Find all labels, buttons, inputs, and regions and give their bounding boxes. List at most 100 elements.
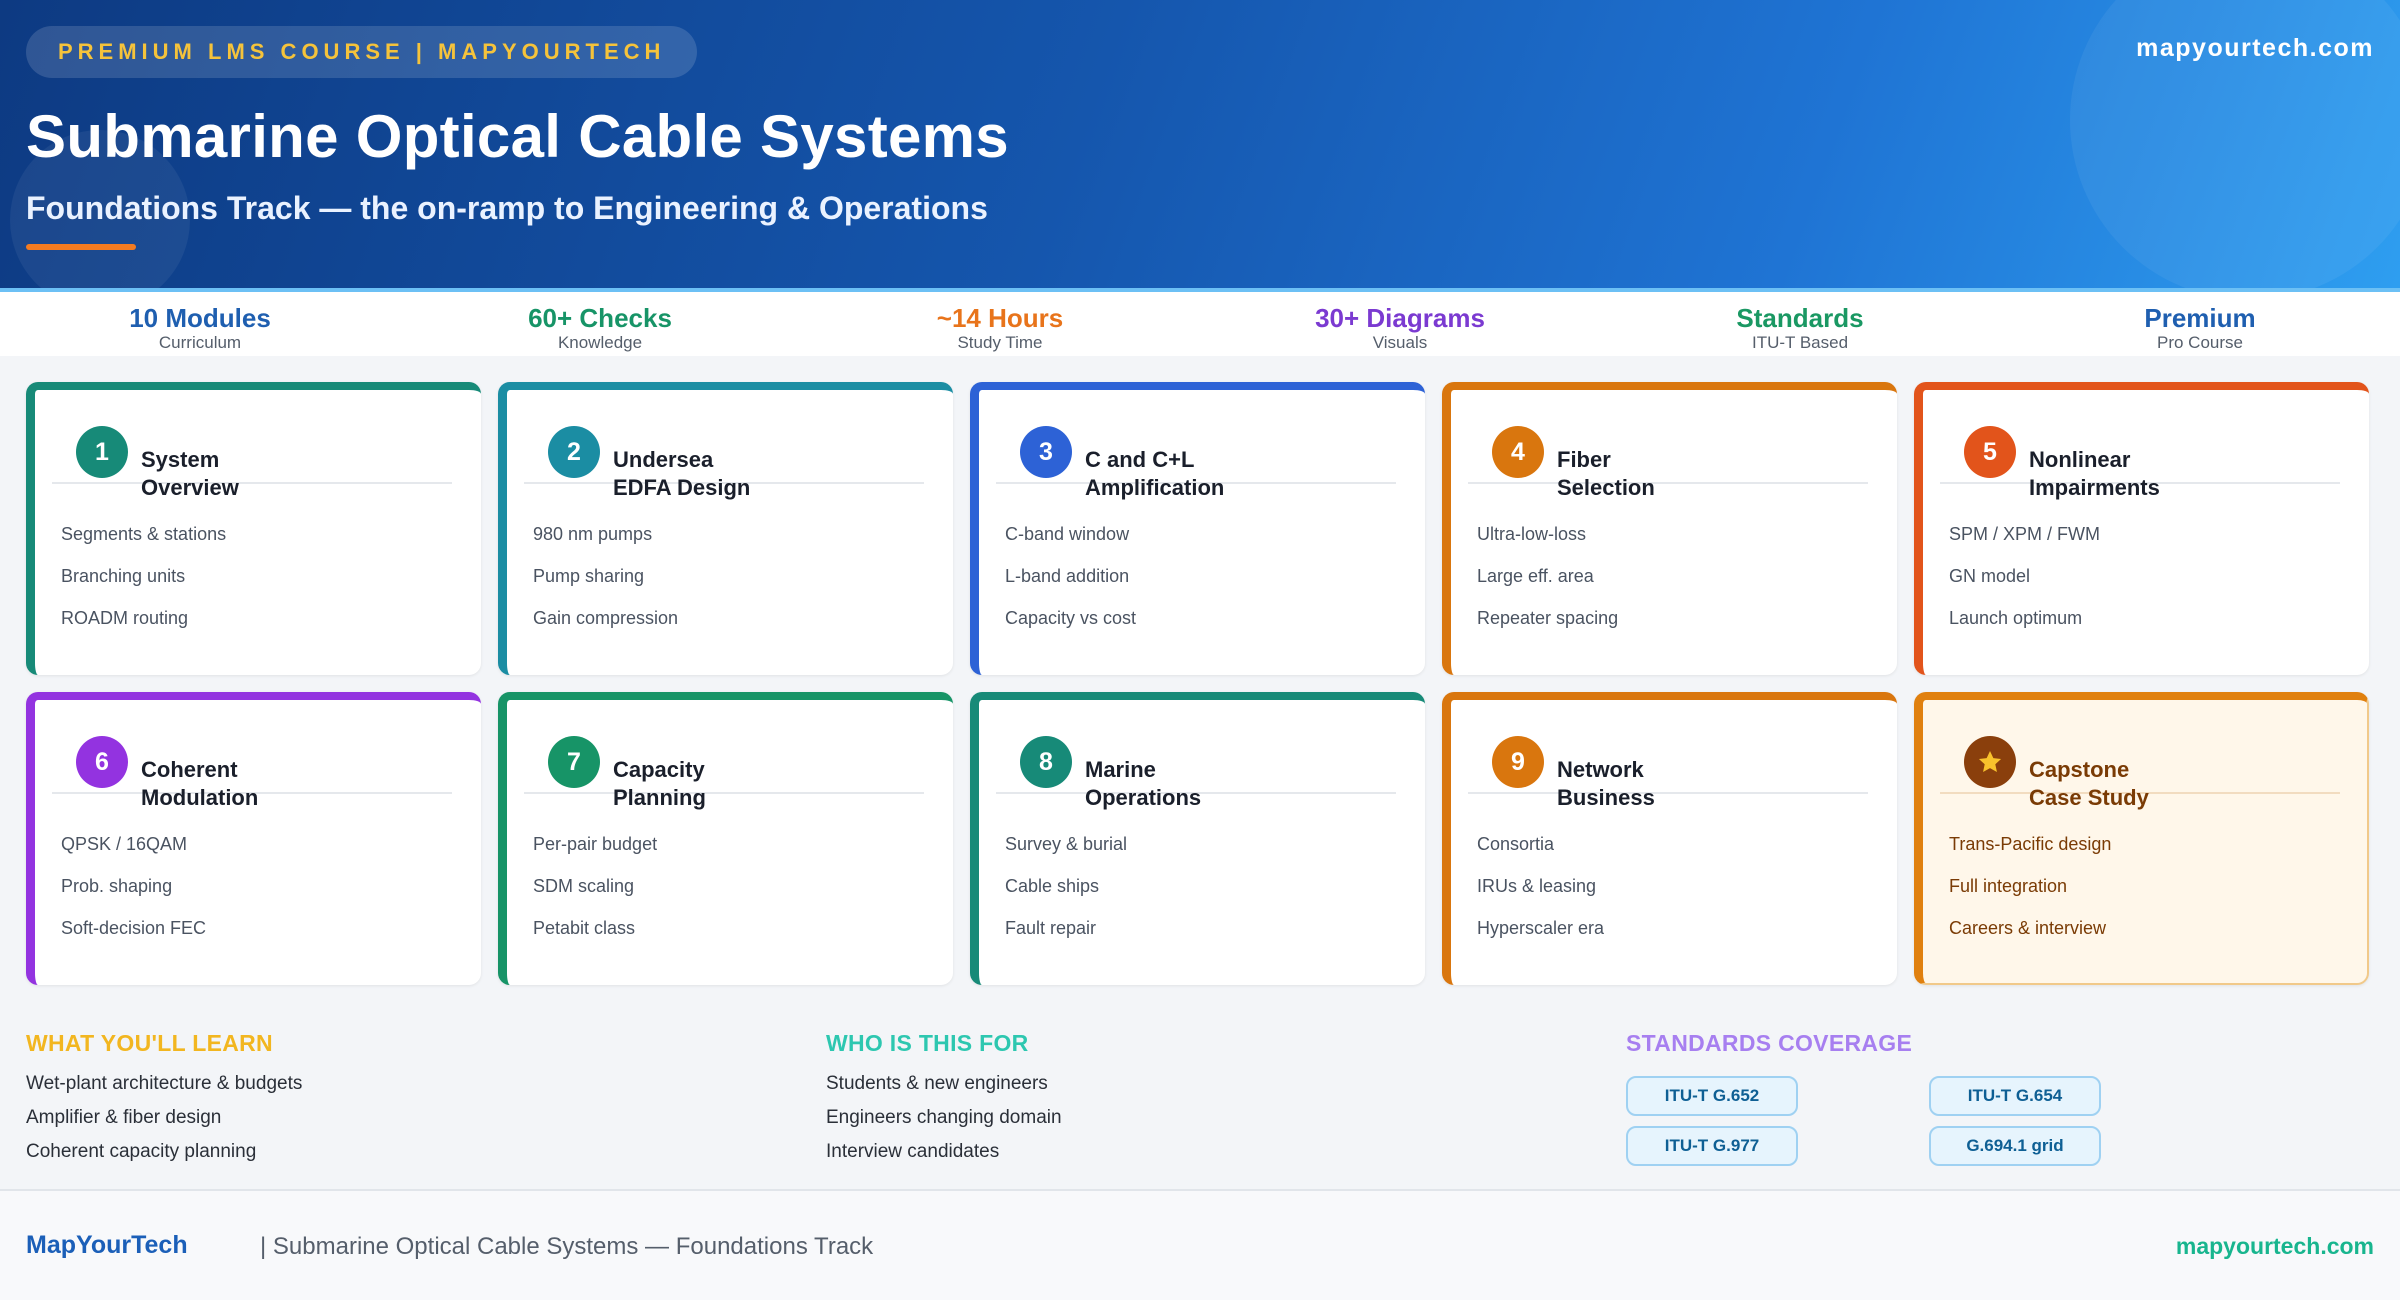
topic-item: Fault repair [1005, 918, 1097, 938]
module-topics: QPSK / 16QAM Prob. shaping Soft-decision… [61, 823, 206, 949]
module-topics: Segments & stations Branching units ROAD… [61, 513, 226, 639]
module-number: 7 [548, 736, 600, 788]
standard-tag: ITU-T G.654 [1929, 1076, 2101, 1116]
topic-item: Branching units [61, 566, 186, 586]
audience-list: Students & new engineers Engineers chang… [826, 1067, 1062, 1169]
stat-premium: Premium Pro Course [2000, 292, 2400, 356]
footer-brand[interactable]: MapYourTech [26, 1231, 188, 1260]
module-title-line: Capacity [613, 757, 705, 782]
standards-section: STANDARDS COVERAGE [1626, 1030, 1912, 1057]
topic-item: L-band addition [1005, 566, 1130, 586]
learn-heading: WHAT YOU'LL LEARN [26, 1030, 273, 1056]
topic-item: Petabit class [533, 918, 636, 938]
standard-tag: ITU-T G.652 [1626, 1076, 1798, 1116]
topic-item: QPSK / 16QAM [61, 834, 188, 854]
card-header: 1 System Overview [52, 412, 452, 500]
module-card-5[interactable]: 5 Nonlinear Impairments SPM / XPM / FWM G… [1914, 382, 2369, 675]
module-title-line: Fiber [1557, 447, 1611, 472]
standard-tag: ITU-T G.977 [1626, 1126, 1798, 1166]
topic-item: Survey & burial [1005, 834, 1128, 854]
stat-standards: Standards ITU-T Based [1600, 292, 2000, 356]
module-number: 5 [1964, 426, 2016, 478]
module-number: 8 [1020, 736, 1072, 788]
module-title-line: Modulation [141, 785, 259, 810]
module-title-line: Amplification [1085, 475, 1225, 500]
module-title: Nonlinear Impairments [2029, 446, 2329, 502]
stat-value: Standards [1736, 303, 1864, 333]
module-number: 2 [548, 426, 600, 478]
learn-item: Coherent capacity planning [26, 1141, 257, 1162]
topic-item: Ultra-low-loss [1477, 524, 1587, 544]
module-card-4[interactable]: 4 Fiber Selection Ultra-low-loss Large ef… [1442, 382, 1897, 675]
topic-item: Cable ships [1005, 876, 1100, 896]
stat-label: Pro Course [2157, 333, 2243, 352]
page-title: Submarine Optical Cable Systems [26, 103, 1009, 170]
module-title-line: Business [1557, 785, 1655, 810]
topic-item: Large eff. area [1477, 566, 1594, 586]
topic-item: Per-pair budget [533, 834, 658, 854]
module-card-2[interactable]: 2 Undersea EDFA Design 980 nm pumps Pump … [498, 382, 953, 675]
audience-heading: WHO IS THIS FOR [826, 1030, 1029, 1056]
card-header: 7 Capacity Planning [524, 722, 924, 810]
module-title-line: Overview [141, 475, 239, 500]
module-title-line: Nonlinear [2029, 447, 2131, 472]
module-title-line: Marine [1085, 757, 1156, 782]
topic-item: Consortia [1477, 834, 1555, 854]
stat-label: Study Time [957, 333, 1043, 352]
topic-item: Launch optimum [1949, 608, 2083, 628]
standards-heading: STANDARDS COVERAGE [1626, 1030, 1913, 1056]
module-card-8[interactable]: 8 Marine Operations Survey & burial Cable… [970, 692, 1425, 985]
card-header: 4 Fiber Selection [1468, 412, 1868, 500]
stat-hours: ~14 Hours Study Time [800, 292, 1200, 356]
card-header: 5 Nonlinear Impairments [1940, 412, 2340, 500]
module-card-3[interactable]: 3 C and C+L Amplification C-band window L… [970, 382, 1425, 675]
module-number: 1 [76, 426, 128, 478]
module-title-line: Network [1557, 757, 1644, 782]
stat-value: 10 Modules [129, 303, 271, 333]
module-card-9[interactable]: 9 Network Business Consortia IRUs & leasi… [1442, 692, 1897, 985]
module-topics: Per-pair budget SDM scaling Petabit clas… [533, 823, 657, 949]
topic-item: Trans-Pacific design [1949, 834, 2112, 854]
learn-list: Wet-plant architecture & budgets Amplifi… [26, 1067, 302, 1169]
footer-site-link[interactable]: mapyourtech.com [2176, 1233, 2374, 1260]
stat-label: Visuals [1372, 333, 1428, 352]
module-title: Coherent Modulation [141, 756, 441, 812]
module-number: 6 [76, 736, 128, 788]
module-title: System Overview [141, 446, 441, 502]
stats-bar: 10 Modules Curriculum 60+ Checks Knowled… [0, 288, 2400, 356]
topic-item: 980 nm pumps [533, 524, 653, 544]
stat-value: ~14 Hours [936, 303, 1064, 333]
accent-underline [26, 244, 136, 250]
card-header: Capstone Case Study [1940, 722, 2340, 810]
audience-section: WHO IS THIS FOR Students & new engineers… [826, 1030, 1062, 1169]
module-title: C and C+L Amplification [1085, 446, 1385, 502]
module-topics: Survey & burial Cable ships Fault repair [1005, 823, 1127, 949]
learn-item: Amplifier & fiber design [26, 1107, 222, 1128]
card-header: 8 Marine Operations [996, 722, 1396, 810]
topic-item: Capacity vs cost [1005, 608, 1137, 628]
module-card-1[interactable]: 1 System Overview Segments & stations Bra… [26, 382, 481, 675]
topic-item: Gain compression [533, 608, 679, 628]
stat-value: Premium [2144, 303, 2256, 333]
footer: MapYourTech | Submarine Optical Cable Sy… [0, 1191, 2400, 1300]
stat-label: ITU-T Based [1751, 333, 1849, 352]
topic-item: Soft-decision FEC [61, 918, 207, 938]
module-card-6[interactable]: 6 Coherent Modulation QPSK / 16QAM Prob. … [26, 692, 481, 985]
module-number: 9 [1492, 736, 1544, 788]
module-title-line: Undersea [613, 447, 714, 472]
module-topics: Trans-Pacific design Full integration Ca… [1949, 823, 2111, 949]
module-topics: SPM / XPM / FWM GN model Launch optimum [1949, 513, 2100, 639]
module-title: Fiber Selection [1557, 446, 1857, 502]
module-card-7[interactable]: 7 Capacity Planning Per-pair budget SDM s… [498, 692, 953, 985]
module-number: 3 [1020, 426, 1072, 478]
module-card-capstone[interactable]: Capstone Case Study Trans-Pacific design … [1914, 692, 2369, 985]
site-link-top[interactable]: mapyourtech.com [2136, 34, 2374, 63]
module-title-line: System [141, 447, 220, 472]
stat-label: Curriculum [158, 333, 242, 352]
module-title: Capstone Case Study [2029, 756, 2329, 812]
topic-item: Careers & interview [1949, 918, 2107, 938]
topic-item: Full integration [1949, 876, 2068, 896]
module-title-line: Case Study [2029, 785, 2149, 810]
topic-item: Prob. shaping [61, 876, 173, 896]
card-header: 2 Undersea EDFA Design [524, 412, 924, 500]
